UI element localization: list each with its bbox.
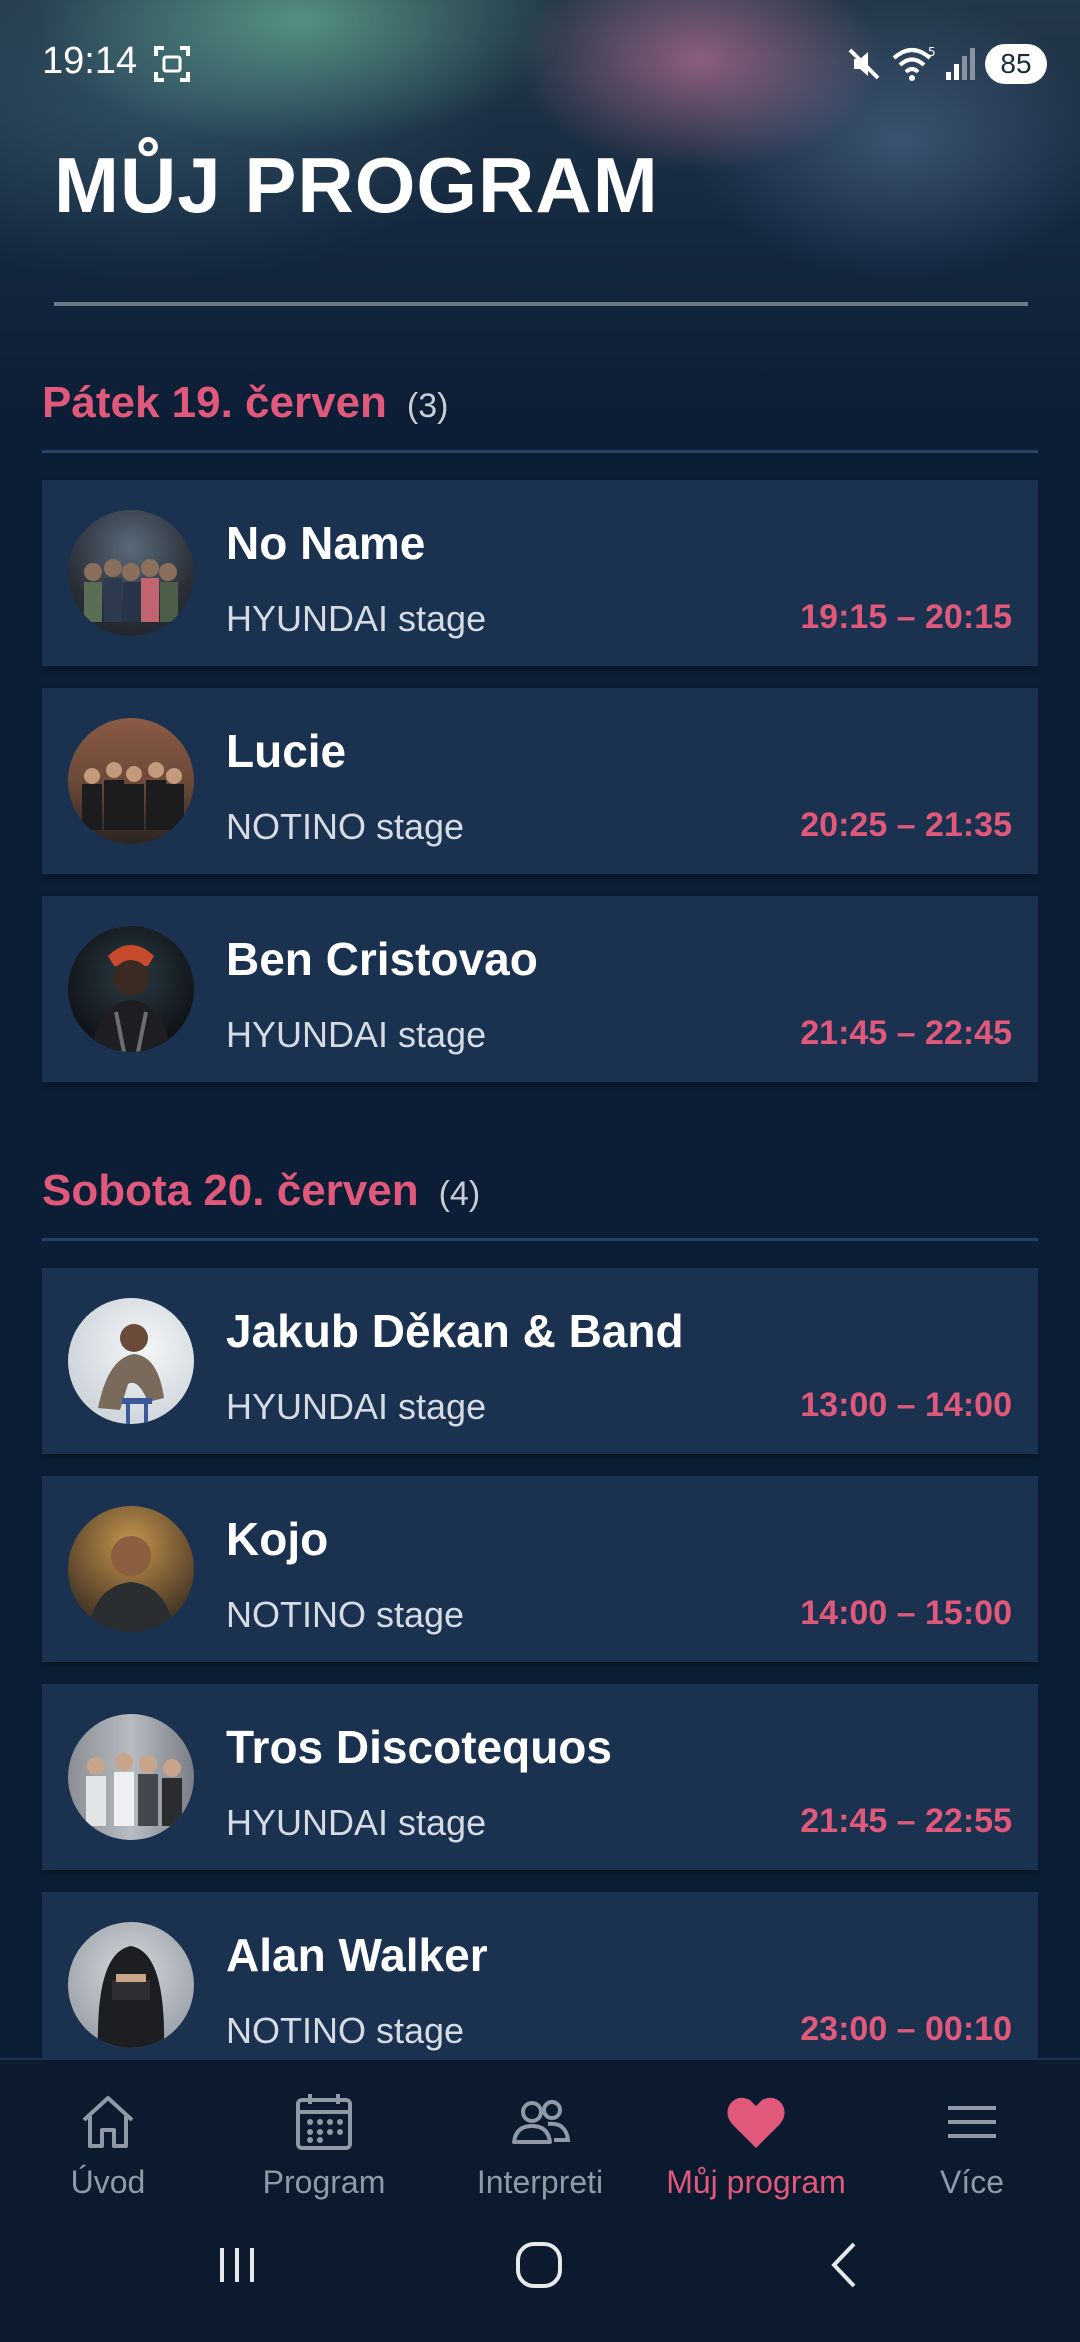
stage-name: NOTINO stage	[226, 2010, 465, 2051]
stage-name: HYUNDAI stage	[226, 1802, 487, 1843]
time-slot: 14:00 – 15:00	[800, 1594, 1012, 1632]
artist-name: Tros Discotequos	[226, 1721, 612, 1773]
calendar-icon	[296, 2094, 352, 2150]
nav-item-program[interactable]: Program	[224, 2090, 424, 2201]
signal-icon	[944, 46, 978, 87]
time-slot: 23:00 – 00:10	[800, 2010, 1012, 2048]
wifi-icon: 5	[892, 44, 938, 89]
home-circle-icon	[516, 2242, 562, 2288]
artist-name: Lucie	[226, 725, 347, 777]
program-item-no-name[interactable]: No Name HYUNDAI stage 19:15 – 20:15	[42, 480, 1038, 666]
page-title: MŮJ PROGRAM	[54, 141, 659, 229]
artist-avatar	[68, 1506, 194, 1632]
time-slot: 21:45 – 22:55	[800, 1802, 1012, 1840]
artist-name: Jakub Děkan & Band	[226, 1305, 684, 1357]
home-button[interactable]	[512, 2240, 568, 2295]
stage-name: HYUNDAI stage	[226, 1014, 487, 1055]
section-header-friday: Pátek 19. červen (3)	[42, 378, 1038, 428]
stage-name: NOTINO stage	[226, 1594, 465, 1635]
svg-text:5: 5	[928, 45, 936, 59]
time-slot: 13:00 – 14:00	[800, 1386, 1012, 1424]
artist-name: Ben Cristovao	[226, 933, 538, 985]
bottom-nav: Úvod Program Interpreti Můj program Více	[0, 2058, 1080, 2342]
nav-item-muj-program[interactable]: Můj program	[656, 2090, 856, 2201]
title-divider	[54, 302, 1028, 306]
program-item-tros-discotequos[interactable]: Tros Discotequos HYUNDAI stage 21:45 – 2…	[42, 1684, 1038, 1870]
mute-icon	[844, 44, 884, 89]
time-slot: 20:25 – 21:35	[800, 806, 1012, 844]
time-slot: 21:45 – 22:45	[800, 1014, 1012, 1052]
program-item-lucie[interactable]: Lucie NOTINO stage 20:25 – 21:35	[42, 688, 1038, 874]
section-divider	[42, 1238, 1038, 1241]
nav-label: Více	[939, 2164, 1005, 2200]
program-item-alan-walker[interactable]: Alan Walker NOTINO stage 23:00 – 00:10	[42, 1892, 1038, 2078]
nav-item-vice[interactable]: Více	[872, 2090, 1072, 2201]
home-icon	[82, 2096, 134, 2148]
nav-label: Interpreti	[476, 2164, 604, 2200]
stage-name: HYUNDAI stage	[226, 1386, 487, 1427]
artist-avatar	[68, 926, 194, 1052]
artist-avatar	[68, 510, 194, 636]
artist-avatar	[68, 1714, 194, 1840]
nav-label: Můj program	[666, 2164, 846, 2200]
section-count: (3)	[406, 387, 449, 425]
back-icon	[831, 2242, 856, 2288]
status-time: 19:14	[42, 40, 138, 82]
stage-name: HYUNDAI stage	[226, 598, 487, 639]
section-title: Sobota 20. červen	[42, 1166, 419, 1215]
section-count: (4)	[438, 1175, 481, 1213]
program-item-ben-cristovao[interactable]: Ben Cristovao HYUNDAI stage 21:45 – 22:4…	[42, 896, 1038, 1082]
nav-label: Úvod	[70, 2164, 146, 2200]
artist-name: No Name	[226, 517, 426, 569]
section-divider	[42, 450, 1038, 453]
artist-name: Kojo	[226, 1513, 329, 1565]
section-title: Pátek 19. červen	[42, 378, 387, 427]
artist-avatar	[68, 1922, 194, 2048]
battery-indicator: 85	[985, 44, 1047, 84]
screenshot-icon	[152, 44, 192, 89]
heart-icon	[727, 2097, 785, 2148]
program-item-kojo[interactable]: Kojo NOTINO stage 14:00 – 15:00	[42, 1476, 1038, 1662]
nav-item-interpreti[interactable]: Interpreti	[440, 2090, 640, 2201]
menu-icon	[948, 2106, 996, 2138]
artist-name: Alan Walker	[226, 1929, 488, 1981]
artist-avatar	[68, 1298, 194, 1424]
nav-label: Program	[262, 2164, 386, 2200]
stage-name: NOTINO stage	[226, 806, 465, 847]
time-slot: 19:15 – 20:15	[800, 598, 1012, 636]
people-icon	[512, 2100, 571, 2144]
status-bar: 19:14 5 85	[0, 0, 1080, 120]
program-item-jakub-dekan[interactable]: Jakub Děkan & Band HYUNDAI stage 13:00 –…	[42, 1268, 1038, 1454]
recents-button[interactable]	[212, 2240, 262, 2295]
nav-item-uvod[interactable]: Úvod	[8, 2090, 208, 2201]
recents-icon	[220, 2248, 254, 2282]
section-header-saturday: Sobota 20. červen (4)	[42, 1166, 1038, 1216]
artist-avatar	[68, 718, 194, 844]
back-button[interactable]	[820, 2240, 870, 2295]
